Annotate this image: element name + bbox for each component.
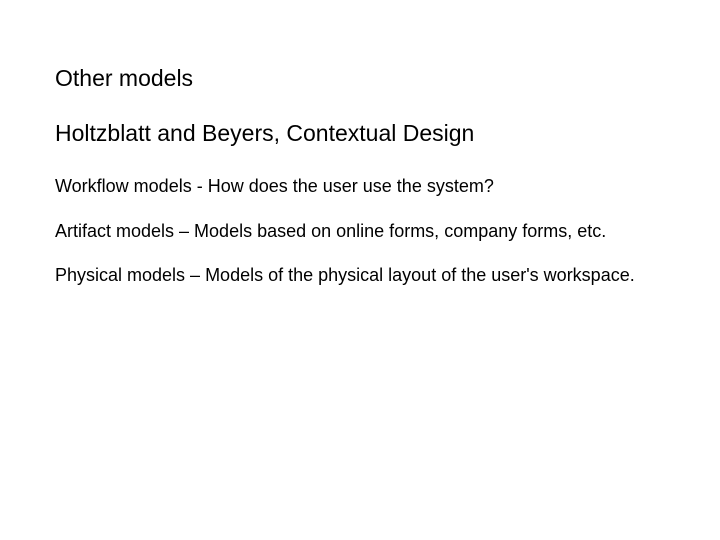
slide-subtitle: Holtzblatt and Beyers, Contextual Design [55,120,665,147]
paragraph-physical: Physical models – Models of the physical… [55,264,655,287]
paragraph-artifact: Artifact models – Models based on online… [55,220,655,243]
paragraph-workflow: Workflow models - How does the user use … [55,175,655,198]
slide-title: Other models [55,65,665,92]
